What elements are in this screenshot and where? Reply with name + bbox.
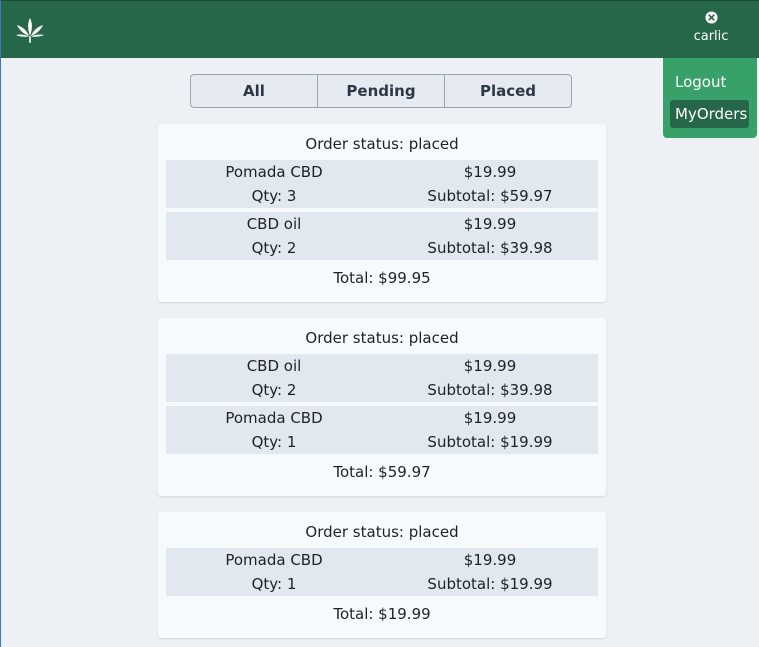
order-status: Order status: placed <box>305 329 459 347</box>
order-card: Order status: placed Pomada CBD $19.99 Q… <box>158 124 606 302</box>
order-item-row: Pomada CBD $19.99 Qty: 1 Subtotal: $19.9… <box>166 406 598 454</box>
order-card: Order status: placed Pomada CBD $19.99 Q… <box>158 512 606 638</box>
item-name: Pomada CBD <box>225 163 323 181</box>
item-price: $19.99 <box>463 357 517 375</box>
item-subtotal: Subtotal: $39.98 <box>427 239 553 257</box>
order-item-row: CBD oil $19.99 Qty: 2 Subtotal: $39.98 <box>166 212 598 260</box>
user-dropdown-menu: Logout MyOrders <box>663 58 757 138</box>
orders-list: Order status: placed Pomada CBD $19.99 Q… <box>158 124 606 647</box>
close-circle-icon[interactable] <box>704 11 718 24</box>
item-name: CBD oil <box>246 215 302 233</box>
tab-pending[interactable]: Pending <box>317 74 445 108</box>
item-qty: Qty: 2 <box>251 381 297 399</box>
item-name: Pomada CBD <box>225 409 323 427</box>
myorders-menu-item[interactable]: MyOrders <box>670 100 749 128</box>
item-subtotal: Subtotal: $39.98 <box>427 381 553 399</box>
logout-menu-item[interactable]: Logout <box>670 68 749 96</box>
username-label: carlic <box>693 29 729 44</box>
item-price: $19.99 <box>463 409 517 427</box>
item-qty: Qty: 2 <box>251 239 297 257</box>
order-total: Total: $19.99 <box>333 605 431 623</box>
item-price: $19.99 <box>463 163 517 181</box>
item-price: $19.99 <box>463 551 517 569</box>
order-status: Order status: placed <box>305 523 459 541</box>
order-item-row: Pomada CBD $19.99 Qty: 3 Subtotal: $59.9… <box>166 160 598 208</box>
cannabis-leaf-icon[interactable] <box>15 17 45 45</box>
item-name: Pomada CBD <box>225 551 323 569</box>
item-name: CBD oil <box>246 357 302 375</box>
top-navbar: carlic <box>1 0 759 58</box>
order-card: Order status: placed CBD oil $19.99 Qty:… <box>158 318 606 496</box>
item-qty: Qty: 1 <box>251 433 297 451</box>
order-total: Total: $99.95 <box>333 269 431 287</box>
item-subtotal: Subtotal: $19.99 <box>427 433 553 451</box>
order-total: Total: $59.97 <box>333 463 431 481</box>
tab-all[interactable]: All <box>190 74 318 108</box>
item-price: $19.99 <box>463 215 517 233</box>
item-subtotal: Subtotal: $19.99 <box>427 575 553 593</box>
order-item-row: CBD oil $19.99 Qty: 2 Subtotal: $39.98 <box>166 354 598 402</box>
order-status: Order status: placed <box>305 135 459 153</box>
tab-placed[interactable]: Placed <box>444 74 572 108</box>
order-filter-tabs: All Pending Placed <box>190 74 574 108</box>
user-menu-toggle[interactable]: carlic <box>681 11 741 51</box>
item-subtotal: Subtotal: $59.97 <box>427 187 553 205</box>
order-item-row: Pomada CBD $19.99 Qty: 1 Subtotal: $19.9… <box>166 548 598 596</box>
item-qty: Qty: 1 <box>251 575 297 593</box>
item-qty: Qty: 3 <box>251 187 297 205</box>
